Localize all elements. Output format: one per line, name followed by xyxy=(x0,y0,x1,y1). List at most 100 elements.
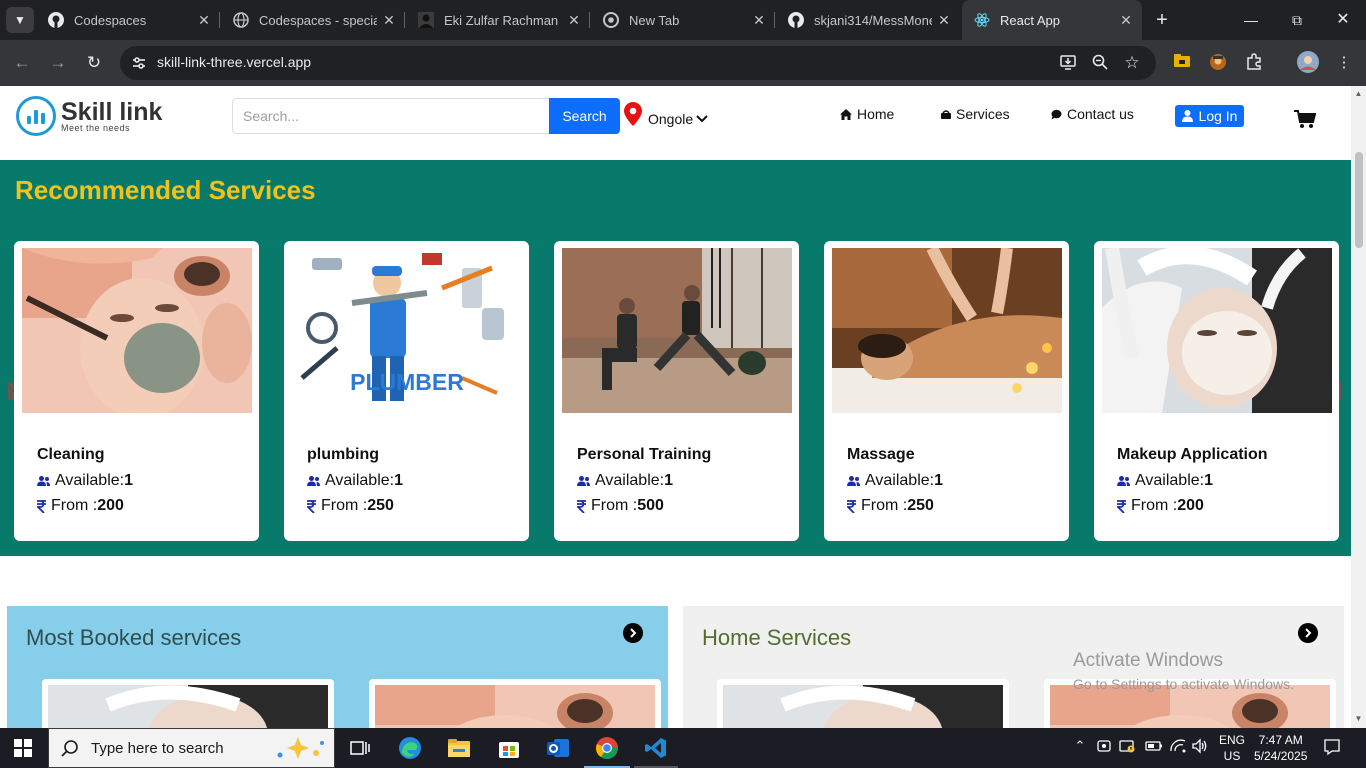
clock-time: 7:47 AM xyxy=(1258,733,1303,747)
chrome-icon xyxy=(603,12,619,28)
tab-codespaces[interactable]: Codespaces ✕ xyxy=(36,0,220,40)
nav-services-label: Services xyxy=(956,106,1010,122)
tab-codespaces-special[interactable]: Codespaces - special ✕ xyxy=(221,0,405,40)
available-label: Available: xyxy=(595,472,665,489)
reload-icon[interactable]: ↻ xyxy=(81,50,107,76)
tab-title: Eki Zulfar Rachman - xyxy=(444,12,562,28)
extensions-puzzle-icon[interactable] xyxy=(1244,53,1264,73)
rupee-icon xyxy=(577,499,586,513)
rupee-icon xyxy=(847,499,856,513)
card-price: From :200 xyxy=(1117,497,1204,515)
security-warning-icon[interactable] xyxy=(1119,738,1137,758)
restore-icon[interactable]: ⧉ xyxy=(1274,0,1320,40)
section-title: Home Services xyxy=(702,625,852,650)
tab-search-dropdown[interactable]: ▼ xyxy=(6,7,34,33)
microsoft-store-icon[interactable] xyxy=(497,736,521,760)
service-card[interactable]: Cleaning Available: 1 From :200 xyxy=(14,241,259,541)
nav-contact[interactable]: Contact us xyxy=(1051,106,1134,122)
windows-start-icon[interactable] xyxy=(14,739,32,762)
nav-services[interactable]: Services xyxy=(941,106,1010,122)
available-count: 1 xyxy=(124,472,133,489)
url-text: skill-link-three.vercel.app xyxy=(157,54,312,70)
tab-new-tab[interactable]: New Tab ✕ xyxy=(591,0,775,40)
browser-menu-icon[interactable]: ⋮ xyxy=(1334,53,1354,73)
plumber-image-text: PLUMBER xyxy=(350,369,464,395)
bookmark-star-icon[interactable]: ☆ xyxy=(1122,53,1142,73)
minimize-icon[interactable]: — xyxy=(1228,0,1274,40)
card-availability: Available: 1 xyxy=(577,472,673,490)
meet-now-icon[interactable] xyxy=(1096,738,1114,758)
users-icon xyxy=(1117,476,1130,486)
taskbar-search-box[interactable]: Type here to search xyxy=(48,728,335,768)
tab-react-app[interactable]: React App ✕ xyxy=(962,0,1142,40)
site-header: Skill link Meet the needs Search Ongole … xyxy=(0,86,1351,148)
site-settings-icon[interactable] xyxy=(129,53,149,73)
new-tab-button[interactable]: + xyxy=(1150,8,1174,32)
page-scrollbar[interactable]: ▲ ▼ xyxy=(1351,86,1366,728)
close-window-icon[interactable]: ✕ xyxy=(1320,0,1366,40)
search-button[interactable]: Search xyxy=(549,98,620,134)
location-selector[interactable]: Ongole xyxy=(624,102,708,129)
chevron-up-icon[interactable]: ⌃ xyxy=(1070,738,1090,758)
search-input[interactable] xyxy=(232,98,550,134)
card-availability: Available: 1 xyxy=(1117,472,1213,490)
tab-separator xyxy=(774,12,775,28)
wifi-icon[interactable] xyxy=(1169,738,1187,758)
region-code: US xyxy=(1223,749,1241,763)
install-app-icon[interactable] xyxy=(1058,53,1078,73)
tab-messmone[interactable]: skjani314/MessMone ✕ xyxy=(776,0,960,40)
card-title: Makeup Application xyxy=(1117,446,1268,463)
zoom-icon[interactable] xyxy=(1090,53,1110,73)
github-icon xyxy=(788,12,804,28)
logo-chart-icon xyxy=(16,96,56,136)
globe-icon xyxy=(233,12,249,28)
clock-date: 5/24/2025 xyxy=(1254,749,1308,763)
task-view-icon[interactable] xyxy=(348,736,372,760)
scroll-down-icon[interactable]: ▼ xyxy=(1354,714,1363,723)
close-tab-icon[interactable]: ✕ xyxy=(932,12,956,29)
cart-icon[interactable] xyxy=(1294,110,1317,134)
extension-profile-icon[interactable] xyxy=(1208,53,1228,73)
service-card[interactable]: Personal Training Available: 1 From :500 xyxy=(554,241,799,541)
volume-icon[interactable] xyxy=(1191,738,1209,758)
close-tab-icon[interactable]: ✕ xyxy=(1114,12,1138,29)
profile-avatar[interactable] xyxy=(1297,51,1319,73)
close-tab-icon[interactable]: ✕ xyxy=(562,12,586,29)
file-explorer-icon[interactable] xyxy=(447,736,471,760)
tab-eki-zulfar[interactable]: Eki Zulfar Rachman - ✕ xyxy=(406,0,590,40)
service-card[interactable]: PLUMBER plumbing Available: 1 From :250 xyxy=(284,241,529,541)
avatar-icon xyxy=(418,12,434,28)
notifications-icon[interactable] xyxy=(1323,738,1343,758)
service-card[interactable] xyxy=(42,679,334,728)
service-card[interactable]: Massage Available: 1 From :250 xyxy=(824,241,1069,541)
back-icon[interactable]: ← xyxy=(9,50,35,76)
card-price: From :500 xyxy=(577,497,664,515)
close-tab-icon[interactable]: ✕ xyxy=(747,12,771,29)
rupee-icon xyxy=(307,499,316,513)
forward-icon[interactable]: → xyxy=(45,50,71,76)
battery-icon[interactable] xyxy=(1145,738,1163,758)
next-arrow-icon[interactable] xyxy=(1298,623,1318,643)
service-card[interactable] xyxy=(717,679,1009,728)
vscode-icon[interactable] xyxy=(644,736,668,760)
facial-mask-image xyxy=(22,248,252,413)
service-card[interactable] xyxy=(369,679,661,728)
system-clock[interactable]: 7:47 AM 5/24/2025 xyxy=(1254,732,1307,764)
next-arrow-icon[interactable] xyxy=(623,623,643,643)
close-tab-icon[interactable]: ✕ xyxy=(192,12,216,29)
input-language-indicator[interactable]: ENG US xyxy=(1219,732,1245,764)
login-button[interactable]: Log In xyxy=(1175,105,1244,127)
extension-folder-icon[interactable] xyxy=(1172,53,1192,73)
nav-home[interactable]: Home xyxy=(840,106,894,122)
chrome-icon[interactable] xyxy=(595,736,619,760)
scroll-up-icon[interactable]: ▲ xyxy=(1354,89,1363,98)
edge-icon[interactable] xyxy=(398,736,422,760)
scrollbar-thumb[interactable] xyxy=(1355,152,1363,248)
close-tab-icon[interactable]: ✕ xyxy=(377,12,401,29)
outlook-icon[interactable] xyxy=(546,736,570,760)
site-logo[interactable]: Skill link Meet the needs xyxy=(16,96,162,136)
browser-tabstrip: ▼ Codespaces ✕ Codespaces - special ✕ Ek… xyxy=(0,0,1366,40)
card-title: Massage xyxy=(847,446,915,463)
service-card[interactable]: Makeup Application Available: 1 From :200 xyxy=(1094,241,1339,541)
address-bar[interactable]: skill-link-three.vercel.app ☆ xyxy=(120,46,1156,80)
